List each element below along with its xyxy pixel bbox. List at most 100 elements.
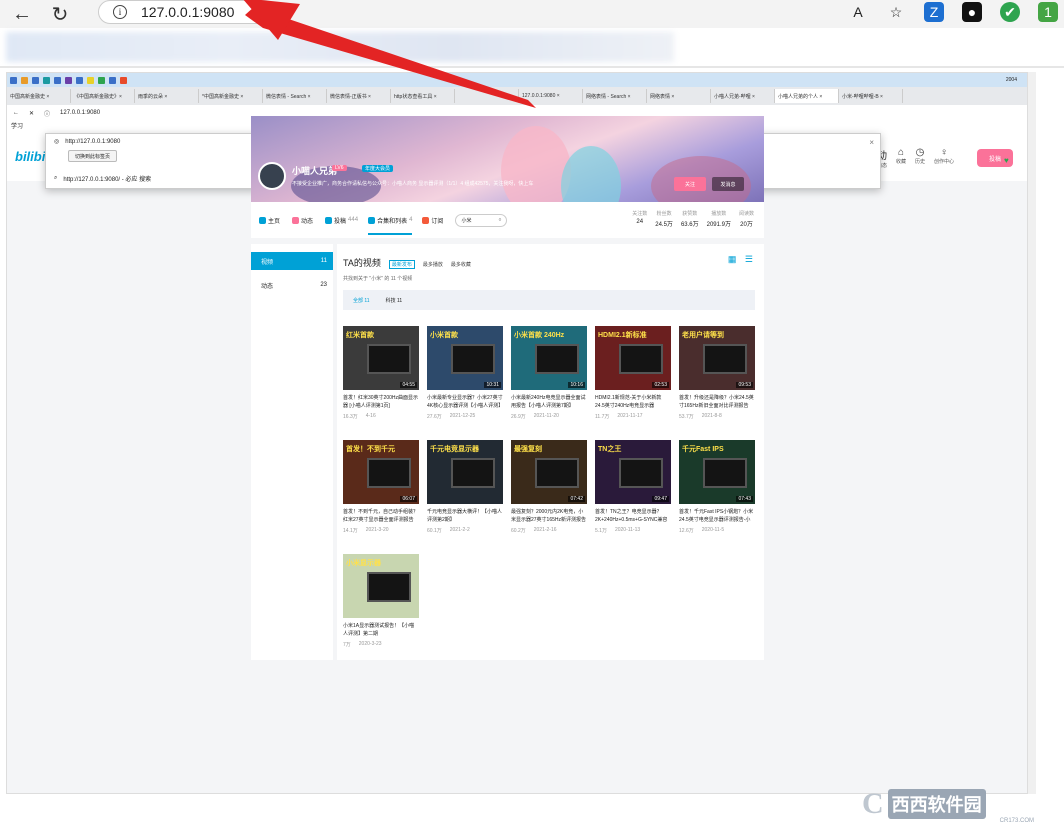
video-title[interactable]: 千元电竞显示器大横评！【小喵人评测第2期】 — [427, 508, 503, 524]
extension-panda-icon[interactable]: ● — [962, 2, 982, 22]
sidebar: 视频 11 动态 23 — [251, 244, 333, 660]
message-button[interactable]: 发消息 — [712, 177, 744, 191]
video-title[interactable]: 小米最新专业显示器？小米27英寸4K核心显示器评测【小喵人评测】 — [427, 394, 503, 410]
address-text: 127.0.0.1:9080 — [141, 4, 235, 20]
inner-tab[interactable]: 微信表情-正版书 × — [327, 89, 391, 103]
video-title[interactable]: 首发！不到千元，自己动手组装？红米27英寸显示器全面评测报告 — [343, 508, 419, 524]
inner-tab[interactable]: 小喵人兄弟的个人 × — [775, 89, 839, 103]
dropdown-close-icon[interactable]: × — [869, 138, 874, 147]
inner-tab[interactable] — [455, 89, 519, 103]
sidebar-item[interactable]: 动态 23 — [251, 276, 333, 294]
extension-badge-icon[interactable]: 1 — [1038, 2, 1058, 22]
address-bar[interactable]: i 127.0.0.1:9080 — [98, 0, 276, 24]
video-title[interactable]: 小米最新240Hz电竞显示器全面试用报告【小喵人评测第7期】 — [511, 394, 587, 410]
inner-tab[interactable]: 网络表情 - Search × — [583, 89, 647, 103]
nav-item[interactable]: 动态 — [292, 216, 315, 225]
sort-option[interactable]: 最多收藏 — [451, 261, 471, 268]
inner-tab[interactable]: 《中国高新金融史》× — [71, 89, 135, 103]
video-title[interactable]: 首发！红米30英寸200Hz曲面显示器 [小喵人评测第1页] — [343, 394, 419, 410]
video-thumbnail[interactable]: 最强复刻 07:42 — [511, 440, 587, 504]
info-icon[interactable]: i — [113, 5, 127, 19]
video-card[interactable]: HDMI2.1新标准 02:53 HDMI2.1新规范-关于小米新款24.5英寸24… — [595, 326, 671, 430]
sidebar-item[interactable]: 视频 11 — [251, 252, 333, 270]
reload-icon[interactable]: ↻ — [46, 0, 74, 28]
inner-back-icon[interactable]: ← — [13, 110, 19, 116]
header-icon-2[interactable]: ◷ 历史 — [915, 147, 925, 169]
inner-tab[interactable]: 微信表情 - Search × — [263, 89, 327, 103]
sort-option[interactable]: 最新发布 — [388, 260, 415, 269]
video-card[interactable]: 老用户请等到 09:53 首发！升级还是降级？小米24.5英寸165Hz新旧全面对比… — [679, 326, 755, 430]
video-thumbnail[interactable]: 千元电竞显示器 — [427, 440, 503, 504]
video-thumbnail[interactable]: 红米首款 04:55 — [343, 326, 419, 390]
inner-tab[interactable]: 网络表情 × — [647, 89, 711, 103]
extension-check-icon[interactable]: ✔ — [1000, 2, 1020, 22]
nav-item[interactable]: 投稿 444 — [325, 216, 358, 225]
video-card[interactable]: 千元电竞显示器 千元电竞显示器大横评！【小喵人评测第2期】 60.1万 2021-2-… — [427, 440, 503, 544]
inner-tab[interactable]: 中国高新金融史 × — [7, 89, 71, 103]
thumbnail-caption: 红米首款 — [346, 332, 374, 339]
inner-tab[interactable]: 127.0.0.1:9080 × — [519, 89, 583, 103]
nav-label: 主页 — [268, 218, 281, 225]
video-title[interactable]: 最强复刻？2000元内2K电竞，小米显示器27英寸165Hz新评测报告 — [511, 508, 587, 524]
video-grid: 红米首款 04:55 首发！红米30英寸200Hz曲面显示器 [小喵人评测第1页] 1… — [343, 326, 755, 658]
sidebar-label: 视频 — [261, 259, 274, 266]
video-title[interactable]: 小米1A显示器测试报告！【小喵人评测】第二期 — [343, 622, 419, 638]
video-card[interactable]: 首发！不到千元 06:07 首发！不到千元，自己动手组装？红米27英寸显示器全面评测… — [343, 440, 419, 544]
back-icon[interactable]: ← — [8, 0, 36, 28]
video-card[interactable]: 红米首款 04:55 首发！红米30英寸200Hz曲面显示器 [小喵人评测第1页] 1… — [343, 326, 419, 430]
dropdown-search-suggestion[interactable]: ⌕ http://127.0.0.1:9080/ - 必应 搜索 — [54, 174, 151, 183]
video-title[interactable]: HDMI2.1新规范-关于小米新款24.5英寸240Hz电竞显示器HDMI2.1… — [595, 394, 671, 410]
video-card[interactable]: 小米显示器 小米1A显示器测试报告！【小喵人评测】第二期 7万 2020-3-23 — [343, 554, 419, 658]
level-badge: LV6 — [332, 165, 347, 171]
avatar[interactable] — [258, 162, 286, 190]
inner-tab[interactable]: *中国高新金融史 × — [199, 89, 263, 103]
video-thumbnail[interactable]: TN之王 09:47 — [595, 440, 671, 504]
follow-button[interactable]: 关注 — [674, 177, 706, 191]
video-title[interactable]: 首发！升级还是降级？小米24.5英寸165Hz新旧全面对比评测报告 — [679, 394, 755, 410]
inner-tab[interactable]: http状态查看工具 × — [391, 89, 455, 103]
video-thumbnail[interactable]: 小米首款 240Hz 10:16 — [511, 326, 587, 390]
upload-date: 2021-11-17 — [617, 413, 643, 419]
play-count: 60.1万 — [427, 528, 442, 534]
video-title[interactable]: 首发！TN之王？电竞显示器？2K+240Hz+0.5ms+G-SYNC兼容 — [595, 508, 671, 524]
header-glyph-icon: ⌂ — [898, 147, 905, 158]
category-tab[interactable]: 全部 11 — [353, 297, 370, 304]
video-thumbnail[interactable]: 首发！不到千元 06:07 — [343, 440, 419, 504]
extension-float-icon[interactable]: ♥ — [1004, 156, 1009, 165]
read-aloud-icon[interactable]: A — [848, 2, 868, 22]
play-count: 7万 — [343, 642, 351, 648]
upload-date: 2020-11-5 — [701, 527, 725, 533]
video-card[interactable]: 小米首款 240Hz 10:16 小米最新240Hz电竞显示器全面试用报告【小喵人评… — [511, 326, 587, 430]
inner-tab[interactable]: 小喵人兄弟-哔哩 × — [711, 89, 775, 103]
favorite-icon[interactable]: ☆ — [886, 2, 906, 22]
view-toggle-icons[interactable]: ▦ ☰ — [728, 254, 756, 265]
category-tab[interactable]: 科技 11 — [386, 297, 403, 304]
video-card[interactable]: 小米首款 10:31 小米最新专业显示器？小米27英寸4K核心显示器评测【小喵人评测… — [427, 326, 503, 430]
video-card[interactable]: TN之王 09:47 首发！TN之王？电竞显示器？2K+240Hz+0.5ms+G-… — [595, 440, 671, 544]
video-thumbnail[interactable]: 老用户请等到 09:53 — [679, 326, 755, 390]
video-thumbnail[interactable]: 千元Fast IPS 07:43 — [679, 440, 755, 504]
video-card[interactable]: 最强复刻 07:42 最强复刻？2000元内2K电竞，小米显示器27英寸165Hz新… — [511, 440, 587, 544]
sort-option[interactable]: 最多播放 — [423, 261, 443, 268]
nav-item[interactable]: 主页 — [259, 216, 282, 225]
play-count: 16.3万 — [343, 414, 358, 420]
header-icon-3[interactable]: ♀ 创作中心 — [934, 147, 954, 169]
scrollbar[interactable] — [1028, 72, 1036, 794]
inner-close-icon[interactable]: ✕ — [29, 110, 34, 117]
video-title[interactable]: 首发！千元Fast IPS小钢炮？小米24.5英寸电竞显示器评测报告-小喵 — [679, 508, 755, 524]
video-search-input[interactable]: 小米 ○ — [455, 213, 508, 227]
video-thumbnail[interactable]: HDMI2.1新标准 02:53 — [595, 326, 671, 390]
dropdown-suggestion[interactable]: ◎ http://127.0.0.1:9080 — [54, 138, 120, 146]
video-card[interactable]: 千元Fast IPS 07:43 首发！千元Fast IPS小钢炮？小米24.5英寸… — [679, 440, 755, 544]
nav-item[interactable]: 订阅 — [422, 216, 445, 225]
header-icon-1[interactable]: ⌂ 收藏 — [896, 147, 906, 169]
video-thumbnail[interactable]: 小米显示器 — [343, 554, 419, 618]
search-icon[interactable]: ○ — [498, 217, 501, 224]
nav-item[interactable]: 合集和列表 4 — [368, 216, 413, 235]
monitor-graphic — [367, 458, 411, 488]
extension-z-icon[interactable]: Z — [924, 2, 944, 22]
video-thumbnail[interactable]: 小米首款 10:31 — [427, 326, 503, 390]
inner-tab[interactable]: 雨季的云朵 × — [135, 89, 199, 103]
inner-tab[interactable]: 小米-哔哩哔哩-B × — [839, 89, 903, 103]
switch-tab-button[interactable]: 切换到此标签页 — [68, 150, 118, 162]
